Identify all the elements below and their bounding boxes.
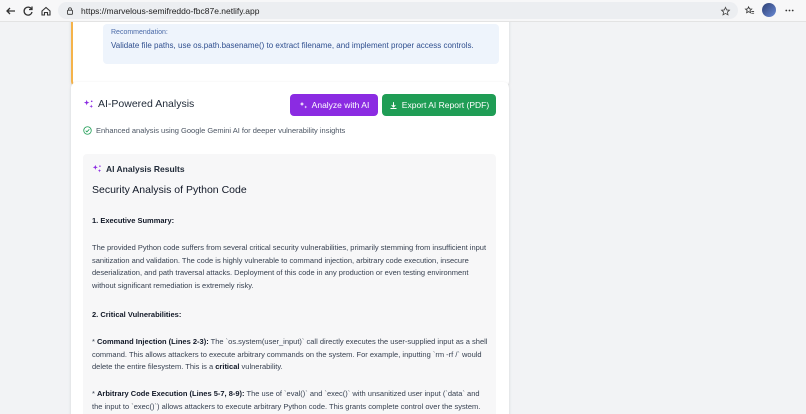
ai-analysis-title: AI-Powered Analysis (98, 98, 195, 110)
url-text: https://marvelous-semifreddo-fbc87e.netl… (81, 5, 260, 16)
export-ai-report-button[interactable]: Export AI Report (PDF) (382, 94, 496, 116)
sparkle-icon (83, 99, 94, 108)
sparkle-icon (299, 101, 307, 108)
more-menu-icon[interactable] (782, 3, 796, 17)
analyze-button-label: Analyze with AI (311, 100, 370, 110)
results-header-label: AI Analysis Results (106, 164, 185, 174)
browser-toolbar: https://marvelous-semifreddo-fbc87e.netl… (0, 0, 806, 22)
results-header: AI Analysis Results (92, 164, 185, 174)
results-title: Security Analysis of Python Code (92, 184, 247, 196)
sparkle-icon (92, 164, 102, 173)
recommendation-title: Recommendation: (111, 29, 168, 36)
profile-avatar[interactable] (762, 3, 776, 17)
ai-analysis-header: AI-Powered Analysis (83, 98, 194, 110)
site-info-icon[interactable] (64, 5, 76, 17)
vulnerability-command-injection: * Command Injection (Lines 2-3): The `os… (92, 337, 488, 371)
vuln-label: Command Injection (Lines 2-3): (97, 337, 209, 346)
recommendation-box: Recommendation: Validate file paths, use… (103, 24, 499, 64)
favorite-star-icon[interactable] (720, 4, 732, 16)
vuln-label: Arbitrary Code Execution (Lines 5-7, 8-9… (97, 389, 245, 398)
ai-analysis-results: AI Analysis Results Security Analysis of… (83, 154, 496, 414)
enhanced-analysis-note: Enhanced analysis using Google Gemini AI… (83, 126, 345, 135)
reload-icon[interactable] (18, 1, 38, 21)
ai-analysis-card: AI-Powered Analysis Analyze with AI Expo… (71, 82, 509, 414)
home-icon[interactable] (36, 1, 56, 21)
vuln-text-end: vulnerability. (239, 362, 283, 371)
section-critical-vulnerabilities: 2. Critical Vulnerabilities: (92, 310, 182, 319)
analyze-with-ai-button[interactable]: Analyze with AI (290, 94, 378, 116)
favorites-icon[interactable] (742, 3, 756, 17)
recommendation-text: Validate file paths, use os.path.basenam… (111, 41, 474, 50)
address-bar[interactable]: https://marvelous-semifreddo-fbc87e.netl… (58, 2, 738, 19)
enhanced-analysis-text: Enhanced analysis using Google Gemini AI… (96, 126, 346, 135)
executive-summary-text: The provided Python code suffers from se… (92, 243, 487, 290)
page-content: Recommendation: Validate file paths, use… (0, 22, 806, 414)
section-executive-summary: 1. Executive Summary: (92, 216, 175, 225)
download-icon (390, 101, 397, 109)
vulnerability-card: Recommendation: Validate file paths, use… (71, 22, 509, 87)
check-circle-icon (83, 126, 92, 135)
vulnerability-arbitrary-code-execution: * Arbitrary Code Execution (Lines 5-7, 8… (92, 388, 490, 414)
vuln-severity: critical (215, 362, 240, 371)
export-button-label: Export AI Report (PDF) (401, 100, 490, 110)
